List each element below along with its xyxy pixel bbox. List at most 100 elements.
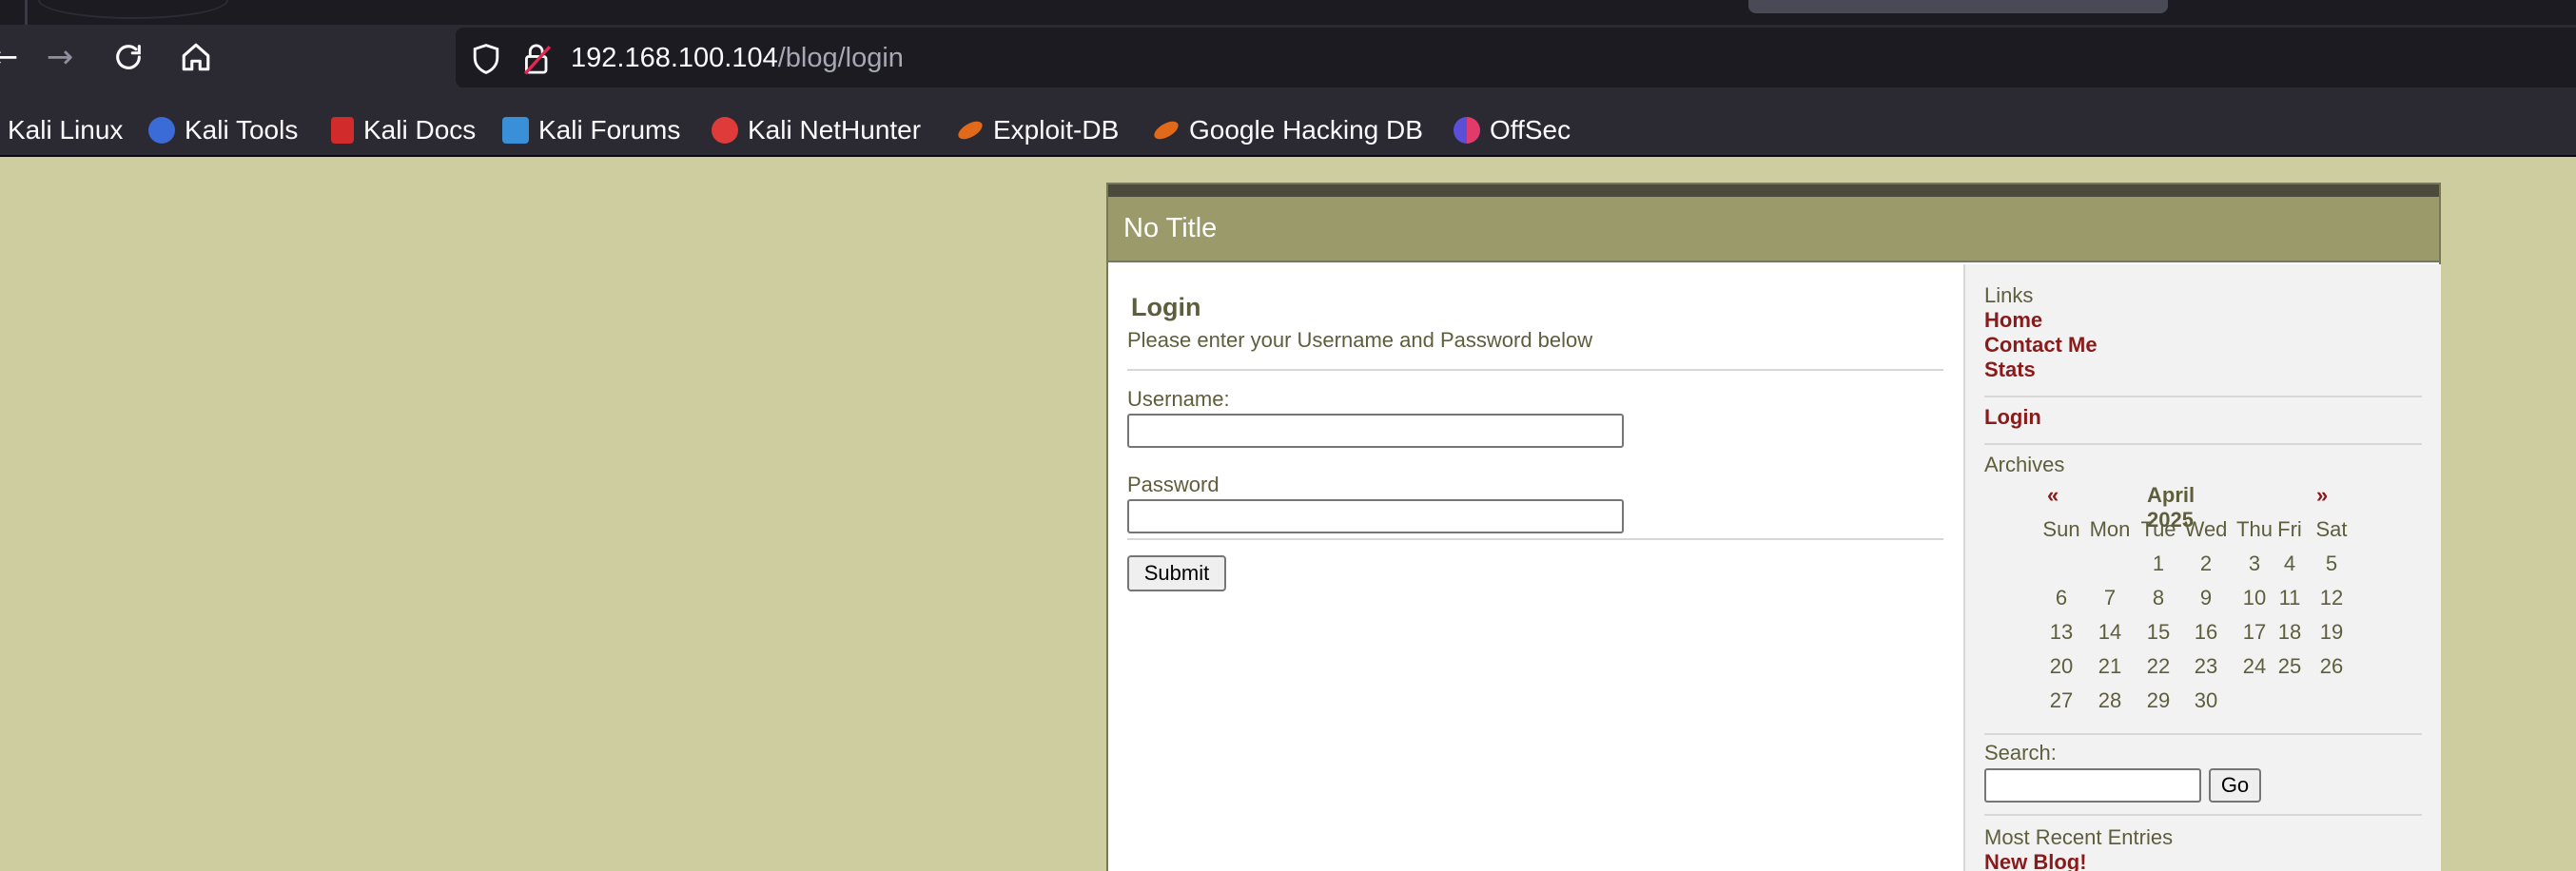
reload-button[interactable] (107, 35, 150, 79)
tab-edge (25, 0, 28, 25)
calendar-day: 29 (2146, 688, 2171, 712)
bookmark-label: Google Hacking DB (1189, 115, 1423, 145)
password-label: Password (1127, 473, 1220, 496)
calendar-day: 9 (2199, 586, 2213, 610)
calendar-day: 30 (2194, 688, 2218, 712)
bookmark-offsec[interactable]: OffSec (1454, 110, 1571, 150)
calendar-weekday: Sat (2315, 517, 2348, 541)
sidebar-link-stats[interactable]: Stats (1984, 358, 2036, 382)
bookmark-kali-docs[interactable]: Kali Docs (331, 110, 476, 150)
sidebar: Links Home Contact Me Stats Login Archiv… (1963, 264, 2441, 871)
insecure-lock-icon[interactable] (522, 42, 553, 76)
calendar-day: 2 (2199, 552, 2213, 575)
kali-docs-icon (331, 116, 354, 144)
blog-page: No Title Login Please enter your Usernam… (1106, 183, 2441, 871)
tab-curve (38, 0, 228, 19)
calendar-day: 8 (2152, 586, 2165, 610)
bookmark-label: Exploit-DB (993, 115, 1120, 145)
calendar-weekday: Wed (2184, 517, 2228, 541)
username-input[interactable] (1127, 414, 1624, 448)
calendar-day: 16 (2194, 620, 2218, 644)
recent-entry-link[interactable]: New Blog! (1984, 850, 2087, 871)
calendar-day: 22 (2146, 654, 2171, 678)
bookmark-label: OffSec (1490, 115, 1571, 145)
main-content: Login Please enter your Username and Pas… (1108, 264, 1963, 871)
calendar-day: 21 (2098, 654, 2122, 678)
bookmark-label: Kali NetHunter (748, 115, 922, 145)
bookmark-kali-nethunter[interactable]: Kali NetHunter (712, 110, 921, 150)
username-label: Username: (1127, 387, 1230, 411)
archives-title: Archives (1984, 453, 2065, 476)
url-path: /blog/login (777, 43, 904, 73)
calendar-day: 5 (2325, 552, 2338, 575)
calendar-day: 4 (2283, 552, 2296, 575)
divider (1984, 443, 2422, 445)
divider (1984, 814, 2422, 816)
calendar-day: 23 (2194, 654, 2218, 678)
home-button[interactable] (174, 35, 218, 79)
page-top-bar (1108, 184, 2439, 197)
calendar-day: 13 (2049, 620, 2074, 644)
tab-strip (0, 0, 2576, 25)
calendar-day: 20 (2049, 654, 2074, 678)
divider (1984, 396, 2422, 397)
calendar-day: 7 (2103, 586, 2117, 610)
reload-icon (116, 45, 141, 69)
login-heading: Login (1131, 293, 1201, 321)
calendar-day: 1 (2152, 552, 2165, 575)
kali-forums-icon (502, 116, 529, 144)
recent-entries-title: Most Recent Entries (1984, 825, 2174, 849)
url-host: 192.168.100.104 (571, 43, 778, 73)
site-header: No Title (1108, 197, 2439, 262)
calendar-day: 14 (2098, 620, 2122, 644)
bookmark-label: Kali Forums (538, 115, 681, 145)
home-icon (182, 43, 210, 71)
calendar-day: 6 (2055, 586, 2068, 610)
search-label: Search: (1984, 741, 2057, 765)
bookmark-kali-forums[interactable]: Kali Forums (502, 110, 680, 150)
calendar-day: 25 (2277, 654, 2302, 678)
exploit-db-icon (955, 117, 986, 143)
divider (1127, 369, 1943, 371)
calendar-weekday: Fri (2277, 517, 2302, 541)
go-button[interactable]: Go (2209, 768, 2261, 803)
site-title: No Title (1123, 213, 1218, 243)
bookmark-kali-tools[interactable]: Kali Tools (148, 110, 298, 150)
password-input[interactable] (1127, 499, 1624, 533)
calendar-day: 15 (2146, 620, 2171, 644)
sidebar-link-contact[interactable]: Contact Me (1984, 333, 2098, 358)
calendar-day: 19 (2319, 620, 2344, 644)
offsec-icon (1454, 116, 1480, 144)
divider (1127, 538, 1943, 540)
calendar-day: 12 (2319, 586, 2344, 610)
bookmark-exploit-db[interactable]: Exploit-DB (955, 110, 1120, 150)
tab-pill[interactable] (1748, 0, 2168, 13)
sidebar-link-login[interactable]: Login (1984, 405, 2041, 430)
sidebar-link-home[interactable]: Home (1984, 308, 2042, 333)
back-button[interactable]: ← (0, 35, 27, 79)
login-subtitle: Please enter your Username and Password … (1127, 328, 1593, 352)
kali-nethunter-icon (712, 116, 738, 144)
tracking-protection-shield-icon[interactable] (471, 43, 501, 75)
search-input[interactable] (1984, 768, 2201, 803)
calendar-weekday: Sun (2042, 517, 2080, 541)
calendar-day: 27 (2049, 688, 2074, 712)
calendar-weekday: Mon (2089, 517, 2131, 541)
calendar-prev-month[interactable]: « (2047, 483, 2059, 508)
forward-button[interactable]: → (38, 35, 82, 79)
calendar-weekday: Tue (2140, 517, 2176, 541)
google-hacking-db-icon (1151, 117, 1181, 143)
kali-tools-icon (148, 116, 175, 144)
calendar-day: 18 (2277, 620, 2302, 644)
divider (1984, 733, 2422, 735)
bookmark-label: Kali Docs (363, 115, 477, 145)
bookmark-label: Kali Tools (185, 115, 299, 145)
submit-button[interactable]: Submit (1127, 555, 1226, 591)
bookmark-google-hacking-db[interactable]: Google Hacking DB (1151, 110, 1423, 150)
bookmark-kali-linux[interactable]: Kali Linux (8, 110, 123, 150)
calendar-day: 26 (2319, 654, 2344, 678)
calendar-day: 28 (2098, 688, 2122, 712)
calendar-next-month[interactable]: » (2316, 483, 2328, 508)
url-text[interactable]: 192.168.100.104/blog/login (571, 39, 904, 77)
calendar-day: 11 (2278, 586, 2301, 610)
